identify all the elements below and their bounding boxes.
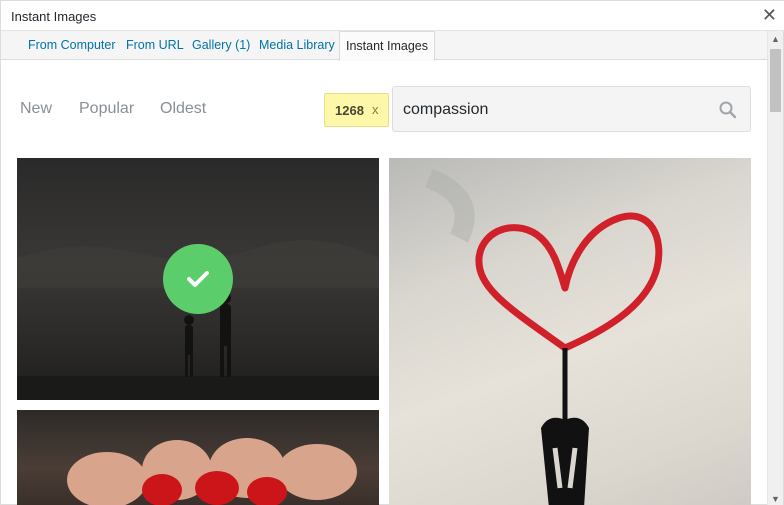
- tab-bar: From Computer From URL Gallery (1) Media…: [1, 31, 769, 61]
- scrollbar-thumb[interactable]: [770, 49, 781, 112]
- tab-from-url[interactable]: From URL: [126, 31, 184, 60]
- clear-search-button[interactable]: x: [372, 102, 379, 117]
- search-input[interactable]: [403, 99, 703, 121]
- tab-from-computer[interactable]: From Computer: [28, 31, 116, 60]
- tab-media-library[interactable]: Media Library: [259, 31, 335, 60]
- modal-titlebar: Instant Images ✕: [1, 1, 784, 31]
- scroll-down-arrow-icon[interactable]: ▼: [771, 494, 780, 504]
- tab-instant-images[interactable]: Instant Images: [339, 31, 435, 61]
- search-box: [392, 86, 751, 132]
- vertical-scrollbar[interactable]: ▲ ▼: [767, 31, 783, 505]
- selected-check-icon[interactable]: [163, 244, 233, 314]
- results-count-badge: 1268 x: [324, 93, 389, 127]
- sort-new[interactable]: New: [20, 100, 52, 118]
- photo-silhouette-couple[interactable]: [17, 158, 379, 400]
- photo-painted-hands[interactable]: [17, 410, 379, 505]
- close-icon[interactable]: ✕: [762, 4, 777, 26]
- modal-window: Instant Images ✕ From Computer From URL …: [0, 0, 784, 505]
- results-count: 1268: [335, 103, 364, 118]
- sort-oldest[interactable]: Oldest: [160, 100, 206, 118]
- modal-title: Instant Images: [11, 9, 97, 24]
- instant-images-panel: New Popular Oldest 1268 x: [1, 61, 768, 505]
- scroll-up-arrow-icon[interactable]: ▲: [771, 34, 780, 44]
- sort-popular[interactable]: Popular: [79, 100, 134, 118]
- photo-heart-graffiti[interactable]: [389, 158, 751, 505]
- tab-gallery[interactable]: Gallery (1): [192, 31, 250, 60]
- search-icon[interactable]: [718, 100, 738, 120]
